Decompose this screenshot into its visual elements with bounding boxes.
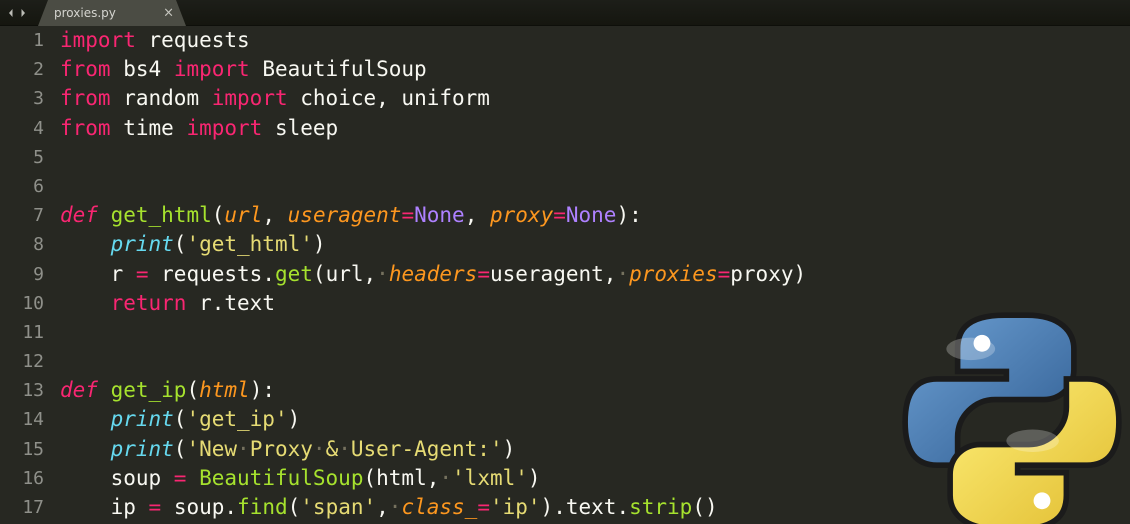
tab-nav-arrows[interactable]: [0, 0, 34, 25]
line-number: 4: [0, 114, 44, 143]
close-icon[interactable]: ×: [163, 7, 174, 20]
code-line[interactable]: from time import sleep: [60, 114, 1130, 143]
line-number: 15: [0, 435, 44, 464]
code-line[interactable]: from bs4 import BeautifulSoup: [60, 55, 1130, 84]
code-line[interactable]: r = requests.get(url,·headers=useragent,…: [60, 260, 1130, 289]
line-number: 9: [0, 260, 44, 289]
code-editor[interactable]: 1234567891011121314151617 import request…: [0, 26, 1130, 524]
line-number: 8: [0, 230, 44, 259]
line-number-gutter: 1234567891011121314151617: [0, 26, 56, 524]
code-line[interactable]: [60, 143, 1130, 172]
line-number: 14: [0, 405, 44, 434]
code-line[interactable]: print('get_html'): [60, 230, 1130, 259]
tab-bar: proxies.py ×: [0, 0, 1130, 26]
chevron-left-icon: [6, 8, 16, 18]
line-number: 16: [0, 464, 44, 493]
line-number: 7: [0, 201, 44, 230]
code-line[interactable]: def get_html(url, useragent=None, proxy=…: [60, 201, 1130, 230]
code-line[interactable]: from random import choice, uniform: [60, 84, 1130, 113]
line-number: 17: [0, 493, 44, 522]
code-line[interactable]: [60, 318, 1130, 347]
code-line[interactable]: import requests: [60, 26, 1130, 55]
line-number: 3: [0, 84, 44, 113]
line-number: 5: [0, 143, 44, 172]
tab-filename: proxies.py: [54, 6, 116, 20]
code-line[interactable]: [60, 172, 1130, 201]
line-number: 1: [0, 26, 44, 55]
chevron-right-icon: [18, 8, 28, 18]
line-number: 13: [0, 376, 44, 405]
line-number: 2: [0, 55, 44, 84]
code-line[interactable]: soup = BeautifulSoup(html,·'lxml'): [60, 464, 1130, 493]
code-line[interactable]: ip = soup.find('span',·class_='ip').text…: [60, 493, 1130, 522]
code-line[interactable]: return r.text: [60, 289, 1130, 318]
line-number: 11: [0, 318, 44, 347]
code-line[interactable]: print('get_ip'): [60, 405, 1130, 434]
line-number: 10: [0, 289, 44, 318]
tab-proxies-py[interactable]: proxies.py ×: [38, 0, 186, 26]
line-number: 6: [0, 172, 44, 201]
code-line[interactable]: [60, 347, 1130, 376]
code-area[interactable]: import requestsfrom bs4 import Beautiful…: [56, 26, 1130, 524]
code-line[interactable]: print('New·Proxy·&·User-Agent:'): [60, 435, 1130, 464]
line-number: 12: [0, 347, 44, 376]
code-line[interactable]: def get_ip(html):: [60, 376, 1130, 405]
